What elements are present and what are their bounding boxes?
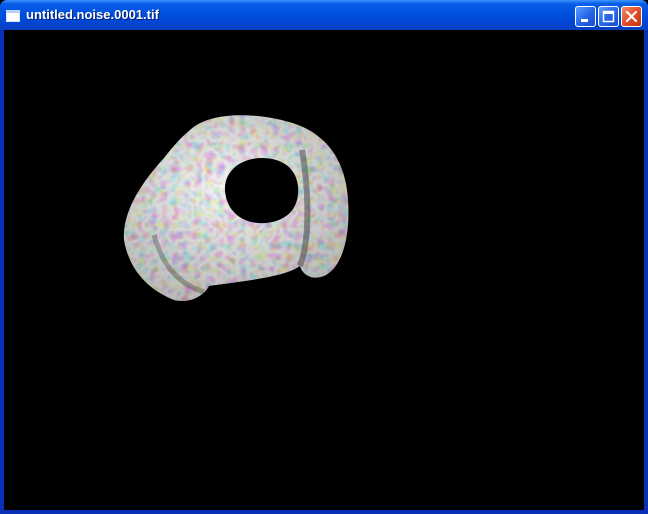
rendered-object: [123, 115, 349, 302]
maximize-icon: [602, 10, 615, 23]
close-icon: [625, 10, 638, 23]
minimize-button[interactable]: [575, 6, 596, 27]
render-viewport[interactable]: [4, 30, 644, 510]
maximize-button[interactable]: [598, 6, 619, 27]
window-title: untitled.noise.0001.tif: [26, 7, 159, 22]
app-window: untitled.noise.0001.tif: [0, 0, 648, 514]
title-bar[interactable]: untitled.noise.0001.tif: [0, 0, 648, 30]
window-icon[interactable]: [6, 9, 20, 22]
close-button[interactable]: [621, 6, 642, 27]
minimize-icon: [581, 19, 588, 22]
